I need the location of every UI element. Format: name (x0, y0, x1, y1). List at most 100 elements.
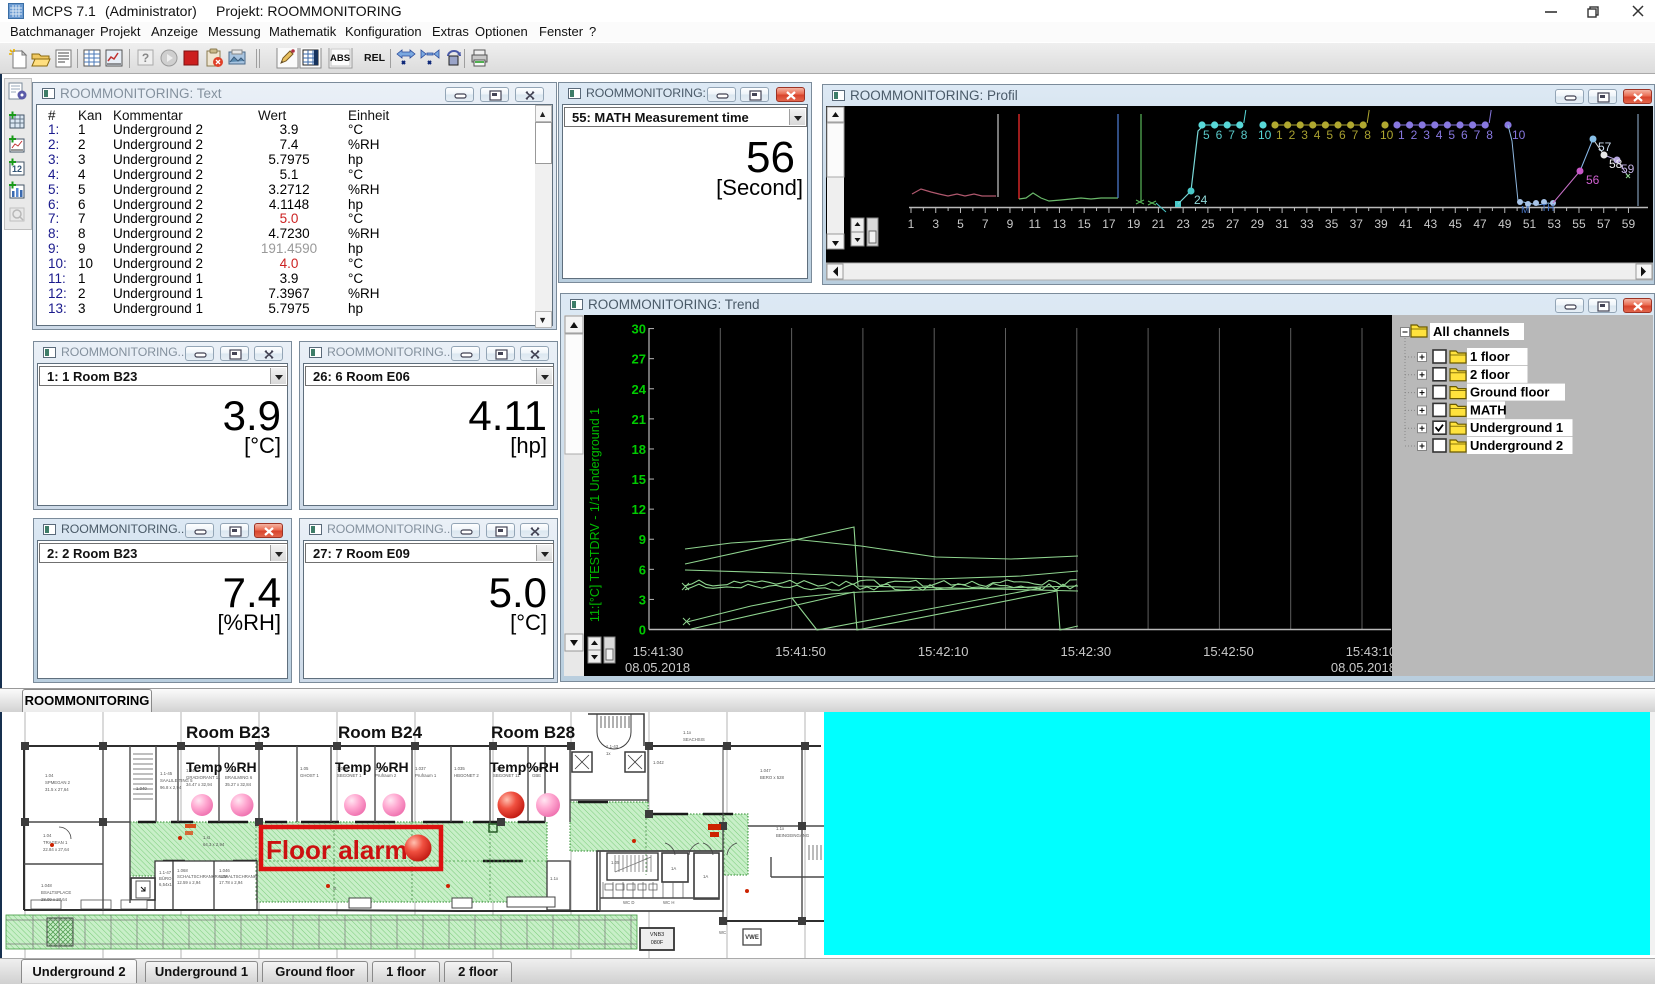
svg-text:SEACHSIS: SEACHSIS (683, 737, 705, 742)
svg-text:15:41:30: 15:41:30 (633, 644, 684, 659)
svg-text:6,54x1: 6,54x1 (159, 882, 173, 887)
svg-text:1.035: 1.035 (454, 766, 465, 771)
svg-text:1.1-43: 1.1-43 (606, 744, 619, 749)
svg-text:3: 3 (639, 592, 646, 607)
svg-text:TRAGEAN 1: TRAGEAN 1 (43, 840, 68, 845)
svg-text:17: 17 (1102, 217, 1116, 231)
svg-text:55: 55 (1572, 217, 1586, 231)
svg-text:SPMEGAN 2: SPMEGAN 2 (45, 780, 71, 785)
svg-text:12: 12 (632, 502, 646, 517)
svg-text:21: 21 (1152, 217, 1166, 231)
svg-text:15:42:10: 15:42:10 (918, 644, 969, 659)
svg-text:1.05: 1.05 (300, 766, 309, 771)
svg-text:1A: 1A (703, 874, 708, 879)
svg-text:57: 57 (1597, 217, 1611, 231)
svg-text:21: 21 (632, 412, 646, 427)
svg-text:1A: 1A (671, 866, 676, 871)
svg-text:%RH: %RH (376, 759, 409, 775)
svg-text:39: 39 (1374, 217, 1388, 231)
svg-text:HBGONET 2: HBGONET 2 (454, 773, 479, 778)
svg-text:41: 41 (1399, 217, 1413, 231)
svg-text:33: 33 (1300, 217, 1314, 231)
svg-text:9: 9 (639, 532, 646, 547)
svg-text:31.5 x 27,64: 31.5 x 27,64 (45, 787, 69, 792)
svg-text:2: 2 (1289, 128, 1296, 142)
svg-text:1.05: 1.05 (611, 860, 620, 865)
svg-text:45: 45 (1449, 217, 1463, 231)
svg-text:34.47 x 32,94: 34.47 x 32,94 (186, 782, 213, 787)
svg-text:All channels: All channels (1433, 324, 1510, 339)
svg-text:49: 49 (1498, 217, 1512, 231)
svg-text:Prufraum 1: Prufraum 1 (415, 773, 437, 778)
svg-text:WC: WC (719, 930, 726, 935)
svg-text:5: 5 (1448, 128, 1455, 142)
svg-text:8: 8 (1364, 128, 1371, 142)
svg-text:Ground floor: Ground floor (1470, 385, 1549, 400)
svg-text:35: 35 (1325, 217, 1339, 231)
svg-text:Floor alarm: Floor alarm (266, 835, 408, 865)
svg-text:53: 53 (1548, 217, 1562, 231)
svg-text:1.048: 1.048 (41, 883, 52, 888)
svg-text:12.59 x 2,94: 12.59 x 2,94 (177, 880, 201, 885)
svg-text:64,3 x 2,94: 64,3 x 2,94 (203, 842, 225, 847)
svg-text:15:41:50: 15:41:50 (775, 644, 826, 659)
svg-text:Room B28: Room B28 (491, 723, 575, 742)
svg-text:7: 7 (1228, 128, 1235, 142)
svg-text:6: 6 (639, 562, 646, 577)
svg-text:11:[°C] TESTDRV - 1/1 Undergro: 11:[°C] TESTDRV - 1/1 Underground 1 (588, 408, 602, 622)
svg-text:VWE: VWE (745, 935, 759, 941)
svg-text:1.1x: 1.1x (550, 876, 559, 881)
svg-text:SCHALTSCHRANK.: SCHALTSCHRANK. (219, 874, 258, 879)
svg-text:27: 27 (632, 352, 646, 367)
svg-text:59: 59 (1621, 162, 1635, 176)
svg-text:6: 6 (1461, 128, 1468, 142)
svg-text:3: 3 (1423, 128, 1430, 142)
svg-text:1.037: 1.037 (415, 766, 426, 771)
svg-text:1: 1 (908, 217, 915, 231)
svg-text:Temp: Temp (186, 759, 222, 775)
svg-text:Underground 2: Underground 2 (1470, 438, 1563, 453)
svg-text:GRADIORANT 11: GRADIORANT 11 (186, 775, 221, 780)
svg-text:2 floor: 2 floor (1470, 367, 1510, 382)
svg-text:9: 9 (1007, 217, 1014, 231)
svg-text:Room B24: Room B24 (338, 723, 423, 742)
svg-text:1.1-45: 1.1-45 (160, 771, 173, 776)
svg-text:18: 18 (632, 442, 646, 457)
svg-text:6: 6 (1216, 128, 1223, 142)
svg-text:%RH: %RH (224, 759, 257, 775)
svg-text:7: 7 (1352, 128, 1359, 142)
svg-text:23: 23 (1176, 217, 1190, 231)
svg-text:5: 5 (957, 217, 964, 231)
svg-text:43: 43 (1424, 217, 1438, 231)
svg-text:25: 25 (1201, 217, 1215, 231)
svg-text:51: 51 (1523, 217, 1537, 231)
svg-text:REL: REL (364, 52, 386, 64)
svg-text:3: 3 (1301, 128, 1308, 142)
svg-text:47: 47 (1473, 217, 1487, 231)
svg-text:22.84 x 27,64: 22.84 x 27,64 (43, 847, 70, 852)
svg-text:1.068: 1.068 (177, 868, 188, 873)
svg-text:11: 11 (1028, 217, 1041, 231)
svg-text:96.8 x 2,94: 96.8 x 2,94 (160, 785, 182, 790)
svg-text:3: 3 (932, 217, 939, 231)
svg-text:08.05.2018: 08.05.2018 (625, 660, 690, 675)
svg-text:31: 31 (1275, 217, 1289, 231)
svg-text:WC D: WC D (623, 900, 634, 905)
svg-text:4: 4 (1436, 128, 1443, 142)
svg-text:37: 37 (1350, 217, 1364, 231)
svg-text:GHOST 1: GHOST 1 (300, 773, 319, 778)
svg-text:M: M (1521, 205, 1529, 216)
svg-text:30: 30 (632, 322, 646, 337)
svg-text:4: 4 (1314, 128, 1321, 142)
svg-text:TH: TH (1541, 203, 1554, 214)
svg-text:BÜRO: BÜRO (159, 876, 172, 881)
svg-text:08.05.2018: 08.05.2018 (1331, 660, 1396, 675)
svg-text:080F: 080F (651, 940, 664, 946)
svg-text:17.78 x 2,94: 17.78 x 2,94 (219, 880, 243, 885)
svg-text:7: 7 (982, 217, 989, 231)
svg-text:1: 1 (1276, 128, 1283, 142)
svg-text:5: 5 (1203, 128, 1210, 142)
svg-text:Temp%RH: Temp%RH (490, 759, 559, 775)
svg-text:6: 6 (1339, 128, 1346, 142)
svg-text:WC H: WC H (663, 900, 674, 905)
